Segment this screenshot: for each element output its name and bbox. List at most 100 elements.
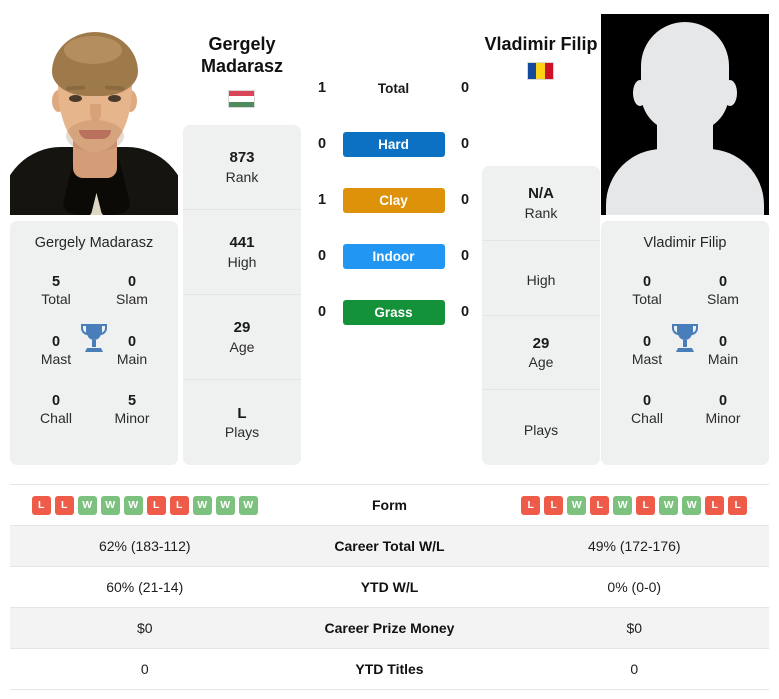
left-rank-value: 873 xyxy=(229,149,255,167)
right-slam-titles-label: Slam xyxy=(707,291,739,308)
table-row-ytd-titles: 0 YTD Titles 0 xyxy=(10,649,769,690)
form-badge-w[interactable]: W xyxy=(123,495,143,515)
form-badge-w[interactable]: W xyxy=(567,495,587,515)
right-high-row: High xyxy=(482,241,600,316)
left-total-titles-value: 5 xyxy=(51,274,61,290)
form-badge-l[interactable]: L xyxy=(544,495,564,515)
h2h-total-label: Total xyxy=(377,80,410,96)
h2h-row-grass: 0 Grass 0 xyxy=(312,284,475,340)
left-rank-label: Rank xyxy=(225,168,259,185)
form-badge-w[interactable]: W xyxy=(238,495,258,515)
right-rank-label: Rank xyxy=(524,204,558,221)
left-slam-titles-label: Slam xyxy=(116,291,148,308)
h2h-hard-right-score: 0 xyxy=(460,136,470,152)
table-row-form: LLWWWLLWWW Form LLWLWLWWLL xyxy=(10,485,769,526)
right-slam-titles: 0 Slam xyxy=(685,273,761,309)
h2h-grass-right-score: 0 xyxy=(460,304,470,320)
left-ytd-wl: 60% (21-14) xyxy=(106,579,184,595)
h2h-grass-badge[interactable]: Grass xyxy=(342,299,445,325)
career-total-wl-label: Career Total W/L xyxy=(334,538,445,554)
ytd-titles-label: YTD Titles xyxy=(355,661,424,677)
form-badge-l[interactable]: L xyxy=(728,495,748,515)
left-total-titles-label: Total xyxy=(41,291,71,308)
form-badge-l[interactable]: L xyxy=(521,495,541,515)
left-age-value: 29 xyxy=(233,319,251,337)
player-comparison-page: Gergely Madarasz Vladimir Filip 1 Total … xyxy=(0,0,779,699)
left-high-value: 441 xyxy=(229,234,255,252)
right-form-cell: LLWLWLWWLL xyxy=(500,495,770,515)
left-form-cell: LLWWWLLWWW xyxy=(10,495,280,515)
right-player-titles-card: Vladimir Filip 0 Total 0 Slam 0 Mast 0 M… xyxy=(601,221,769,465)
left-minor-titles-label: Minor xyxy=(114,410,150,427)
right-minor-titles-label: Minor xyxy=(705,410,741,427)
right-rank-value: N/A xyxy=(528,185,554,203)
right-total-titles: 0 Total xyxy=(609,273,685,309)
h2h-indoor-badge[interactable]: Indoor xyxy=(342,243,445,269)
form-badge-w[interactable]: W xyxy=(613,495,633,515)
form-badge-l[interactable]: L xyxy=(636,495,656,515)
form-row-label: Form xyxy=(372,497,407,513)
left-chall-titles: 0 Chall xyxy=(18,392,94,428)
form-badge-l[interactable]: L xyxy=(31,495,51,515)
right-ytd-wl: 0% (0-0) xyxy=(607,579,662,595)
left-high-label: High xyxy=(227,253,257,270)
right-chall-titles-value: 0 xyxy=(642,393,652,410)
form-badge-l[interactable]: L xyxy=(590,495,610,515)
h2h-total-right-score: 0 xyxy=(460,80,470,96)
h2h-row-clay: 1 Clay 0 xyxy=(312,172,475,228)
left-chall-titles-label: Chall xyxy=(40,410,72,427)
right-career-total-wl: 49% (172-176) xyxy=(587,538,681,554)
hungary-flag-icon xyxy=(228,90,255,108)
career-prize-money-label: Career Prize Money xyxy=(324,620,455,636)
right-age-label: Age xyxy=(528,354,554,371)
left-age-label: Age xyxy=(229,338,255,355)
h2h-total-left-score: 1 xyxy=(317,80,327,96)
romania-flag-icon xyxy=(527,62,554,80)
table-row-ytd-wl: 60% (21-14) YTD W/L 0% (0-0) xyxy=(10,567,769,608)
form-badge-l[interactable]: L xyxy=(705,495,725,515)
right-ytd-titles: 0 xyxy=(630,661,639,677)
left-high-row: 441 High xyxy=(183,210,301,295)
left-career-total-wl: 62% (183-112) xyxy=(98,538,191,554)
right-age-value: 29 xyxy=(532,334,550,352)
table-row-career-prize-money: $0 Career Prize Money $0 xyxy=(10,608,769,649)
left-player-header-name: Gergely Madarasz xyxy=(152,33,332,78)
left-slam-titles: 0 Slam xyxy=(94,273,170,309)
h2h-row-total: 1 Total 0 xyxy=(312,60,475,116)
left-age-row: 29 Age xyxy=(183,295,301,380)
left-minor-titles-value: 5 xyxy=(127,393,137,410)
trophy-icon xyxy=(671,324,699,352)
left-career-prize-money: $0 xyxy=(136,620,153,636)
right-age-row: 29 Age xyxy=(482,316,600,391)
left-minor-titles: 5 Minor xyxy=(94,392,170,428)
form-badge-l[interactable]: L xyxy=(146,495,166,515)
comparison-stats-table: LLWWWLLWWW Form LLWLWLWWLL 62% (183-112)… xyxy=(10,484,769,690)
left-form-strip: LLWWWLLWWW xyxy=(31,495,258,515)
trophy-icon xyxy=(80,324,108,352)
right-total-titles-value: 0 xyxy=(642,274,652,290)
left-titles-grid: 5 Total 0 Slam 0 Mast 0 Main 0 Chall 5 M… xyxy=(18,273,170,428)
ytd-wl-label: YTD W/L xyxy=(360,579,419,595)
form-badge-w[interactable]: W xyxy=(659,495,679,515)
h2h-clay-left-score: 1 xyxy=(317,192,327,208)
head-to-head-surface-column: 1 Total 0 0 Hard 0 1 Clay 0 0 Indoor 0 0 xyxy=(312,60,475,340)
h2h-clay-badge[interactable]: Clay xyxy=(342,187,445,213)
form-badge-w[interactable]: W xyxy=(100,495,120,515)
form-badge-w[interactable]: W xyxy=(682,495,702,515)
form-badge-l[interactable]: L xyxy=(169,495,189,515)
h2h-hard-badge[interactable]: Hard xyxy=(342,131,445,157)
h2h-hard-left-score: 0 xyxy=(317,136,327,152)
left-plays-row: L Plays xyxy=(183,380,301,465)
right-minor-titles: 0 Minor xyxy=(685,392,761,428)
left-plays-value: L xyxy=(237,404,247,422)
right-total-titles-label: Total xyxy=(632,291,662,308)
right-career-prize-money: $0 xyxy=(626,620,643,636)
right-player-card-name: Vladimir Filip xyxy=(643,235,727,251)
form-badge-w[interactable]: W xyxy=(192,495,212,515)
form-badge-w[interactable]: W xyxy=(77,495,97,515)
form-badge-w[interactable]: W xyxy=(215,495,235,515)
h2h-row-hard: 0 Hard 0 xyxy=(312,116,475,172)
left-total-titles: 5 Total xyxy=(18,273,94,309)
form-badge-l[interactable]: L xyxy=(54,495,74,515)
comparison-header-area: Gergely Madarasz Vladimir Filip 1 Total … xyxy=(0,0,779,478)
